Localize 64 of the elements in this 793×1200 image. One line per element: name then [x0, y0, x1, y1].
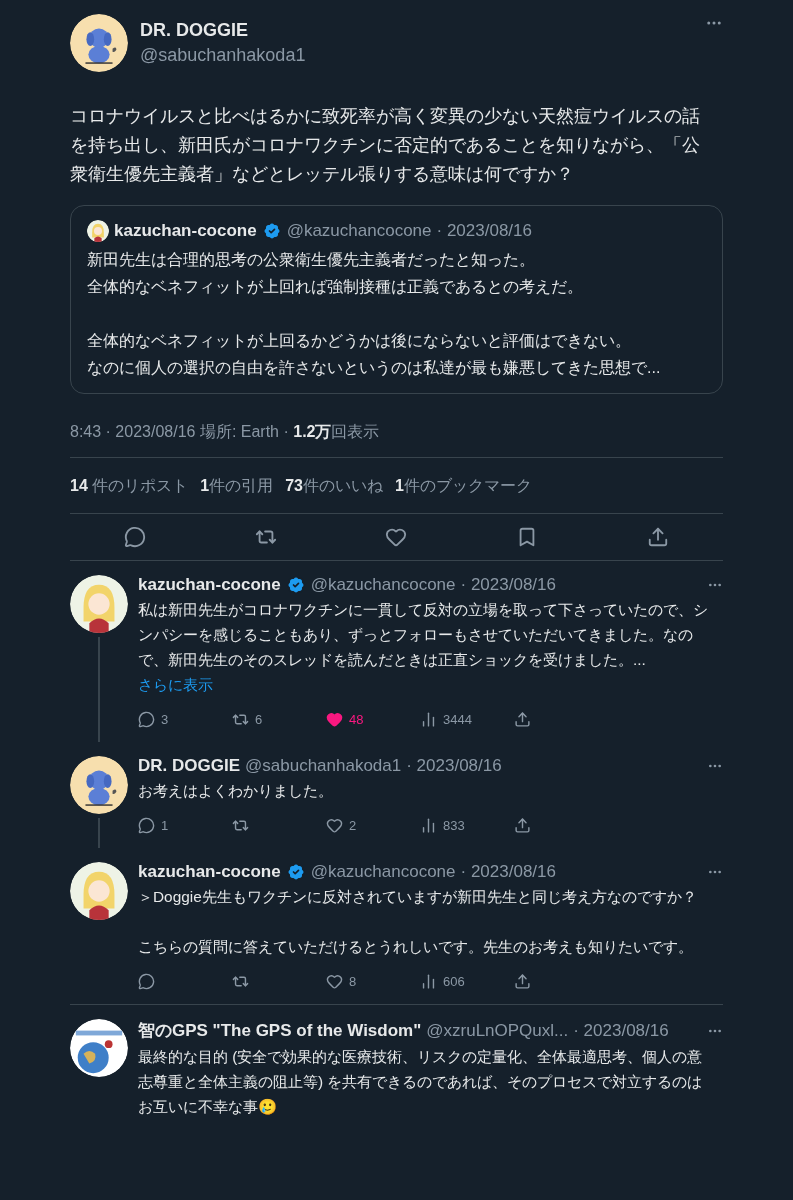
author-handle[interactable]: @sabuchanhakoda1 — [245, 756, 402, 776]
author-name[interactable]: DR. DOGGIE — [140, 20, 306, 41]
tweet-text: コロナウイルスと比べはるかに致死率が高く変異の少ない天然痘ウイルスの話を持ち出し、新田氏がコロナワクチンに否定的であることを知りながら、「公衆衛生優先主義者」などとレッテル張りする意味は何ですか？ — [70, 105, 701, 186]
tweet-date: · 2023/08/16 — [573, 1020, 669, 1041]
reply-text: ＞Doggie先生もワクチンに反対されていますが新田先生と同じ考え方なのですか？ — [138, 887, 698, 907]
views-button[interactable]: 3444 — [420, 711, 514, 728]
share-icon[interactable] — [646, 526, 669, 548]
show-more-link[interactable]: さらに表示 — [138, 676, 213, 693]
quoted-text-line: 全体的なベネフィットが上回るかどうかは後にならないと評価はできない。 — [87, 331, 632, 351]
comment-icon — [138, 817, 155, 834]
reply-text: お考えはよくわかりました。 — [138, 781, 334, 801]
heart-icon — [326, 817, 343, 834]
author-name[interactable]: kazuchan-cocone — [138, 862, 281, 882]
author-handle[interactable]: @kazuchancocone — [310, 862, 456, 882]
girl-avatar-icon[interactable] — [70, 862, 128, 920]
dog-avatar-icon[interactable] — [70, 14, 128, 72]
like-icon[interactable] — [385, 526, 408, 548]
tweet-meta: 8:43 · 2023/08/16 場所: Earth · 1.2万回表示 — [70, 422, 381, 442]
quoted-text-line: なのに個人の選択の自由を許さないというのは私達が最も嫌悪してきた思想で... — [87, 358, 662, 378]
like-button[interactable]: 2 — [326, 817, 420, 834]
author-name[interactable]: DR. DOGGIE — [138, 756, 240, 776]
quoted-text-line: 新田先生は合理的思考の公衆衛生優先主義者だったと知った。 — [87, 250, 536, 270]
comment-icon — [138, 973, 155, 990]
bar-chart-icon — [420, 973, 437, 990]
author-name[interactable]: kazuchan-cocone — [138, 575, 281, 595]
repost-button[interactable]: 6 — [232, 711, 326, 728]
heart-icon — [326, 973, 343, 990]
views-button[interactable]: 833 — [420, 817, 514, 834]
dog-avatar-icon[interactable] — [70, 756, 128, 814]
author-handle: @kazuchancocone — [286, 221, 432, 241]
stat-link[interactable]: 1件の引用 — [200, 476, 274, 497]
stat-link[interactable]: 14 件のリポスト — [70, 476, 189, 497]
reply-button[interactable]: 1 — [138, 817, 232, 834]
heart-icon — [326, 711, 343, 728]
bar-chart-icon — [420, 817, 437, 834]
reply-text: こちらの質問に答えていただけるとうれしいです。先生のお考えも知りたいです。 — [138, 937, 694, 957]
author-handle[interactable]: @kazuchancocone — [310, 575, 456, 595]
reply-text: 私は新田先生がコロナワクチンに一貫して反対の立場を取って下さっていたので、シンパシーを感じることもあり、ずっとフォローもさせていただいてきました。なので、新田先生のそのスレッドを読んだときは正直ショックを受けました。... さらに表示 — [138, 600, 709, 695]
share-icon — [514, 973, 531, 990]
girl-avatar-icon[interactable] — [70, 575, 128, 633]
author-handle[interactable]: @xzruLnOPQuxl... — [426, 1020, 569, 1041]
tweet-date: · 2023/08/16 — [460, 862, 556, 882]
reply-icon[interactable] — [124, 526, 147, 548]
like-button[interactable]: 48 — [326, 711, 420, 728]
tweet-date: · 2023/08/16 — [406, 756, 502, 776]
author-handle[interactable]: @sabuchanhakoda1 — [140, 45, 306, 66]
comment-icon — [138, 711, 155, 728]
quoted-text-line: 全体的なベネフィットが上回れば強制接種は正義であるとの考えだ。 — [87, 277, 584, 297]
share-icon — [514, 817, 531, 834]
reply-text: 最終的な目的 (安全で効果的な医療技術、リスクの定量化、全体最適思考、個人の意志尊重と全体主義の阻止等) を共有できるのであれば、そのプロセスで対立するのはお互いに不幸な事🥲 — [138, 1047, 704, 1117]
views-button[interactable]: 606 — [420, 973, 514, 990]
author-name[interactable]: 智のGPS "The GPS of the Wisdom" — [138, 1019, 422, 1042]
tweet-date: · 2023/08/16 — [460, 575, 556, 595]
tweet-date: · 2023/08/16 — [436, 221, 532, 241]
girl-avatar-icon[interactable] — [87, 220, 109, 242]
quoted-tweet-card[interactable]: kazuchan-cocone @kazuchancocone · 2023/08/16 新田先生は合理的思考の公衆衛生優先主義者だったと知った。 全体的なベネフィットが上回れば強制接種は正義であるとの考えだ。 全体的なベネフィットが上回るかどうかは後にならないと評価はできない。 なのに個人の選択の自由を許さないというのは私達が最も嫌悪してきた思想で... — [70, 205, 723, 394]
globe-avatar-icon[interactable] — [70, 1019, 128, 1077]
like-button[interactable]: 8 — [326, 973, 420, 990]
reply-button[interactable]: 3 — [138, 711, 232, 728]
stat-link[interactable]: 73件のいいね — [285, 476, 383, 497]
stat-link[interactable]: 1件のブックマーク — [394, 476, 532, 497]
share-icon — [514, 711, 531, 728]
author-name: kazuchan-cocone — [114, 221, 257, 241]
bar-chart-icon — [420, 711, 437, 728]
